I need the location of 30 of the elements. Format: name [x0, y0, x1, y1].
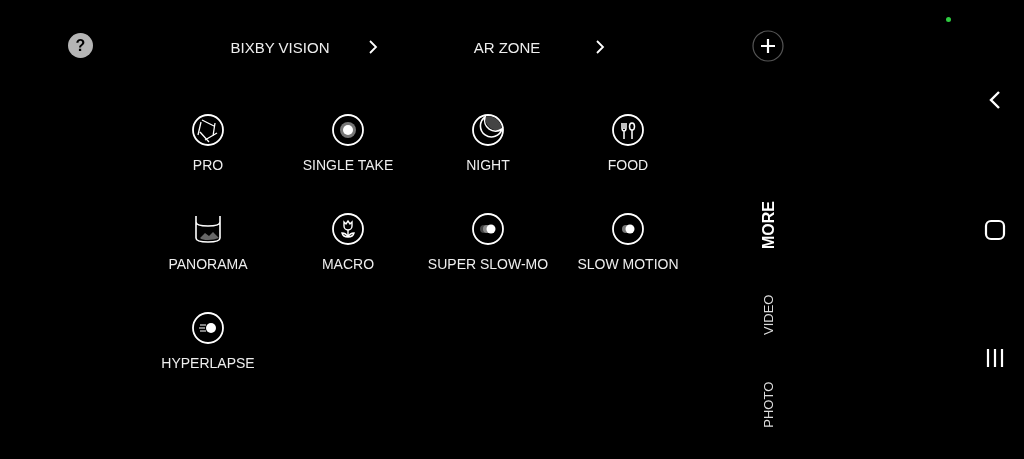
aperture-icon[interactable] [191, 113, 225, 147]
help-button[interactable]: ? [68, 33, 93, 58]
chevron-right-icon[interactable] [595, 39, 605, 55]
toggle-icon[interactable] [611, 212, 645, 246]
mode-tab[interactable]: MORE [757, 201, 781, 249]
home-icon[interactable] [984, 219, 1006, 241]
chevron-right-icon[interactable] [368, 39, 378, 55]
mode-button[interactable]: MACRO [321, 255, 375, 273]
flower-icon[interactable] [331, 212, 365, 246]
menu-link[interactable]: AR ZONE [447, 37, 567, 60]
mode-tab[interactable]: VIDEO [759, 294, 779, 336]
toggle-icon[interactable] [471, 212, 505, 246]
add-icon[interactable] [752, 30, 784, 62]
mode-tab[interactable]: PHOTO [759, 382, 779, 428]
mode-button[interactable]: SINGLE TAKE [302, 156, 394, 174]
back-icon[interactable] [987, 90, 1003, 110]
mode-button[interactable]: SLOW MOTION [577, 255, 679, 273]
speeding-ball-icon[interactable] [191, 311, 225, 345]
mode-button[interactable]: PANORAMA [168, 255, 248, 273]
fork-spoon-icon[interactable] [611, 113, 645, 147]
menu-link[interactable]: BIXBY VISION [220, 37, 340, 60]
mode-button[interactable]: NIGHT [466, 156, 510, 174]
recent-apps-icon[interactable] [985, 348, 1005, 368]
shutter-icon[interactable] [331, 113, 365, 147]
mode-button[interactable]: FOOD [607, 156, 649, 174]
status-indicator-icon [946, 17, 951, 22]
mode-button[interactable]: SUPER SLOW-MO [427, 255, 549, 273]
mode-button[interactable]: PRO [192, 156, 224, 174]
mode-button[interactable]: HYPERLAPSE [161, 354, 255, 372]
moon-icon[interactable] [471, 113, 505, 147]
